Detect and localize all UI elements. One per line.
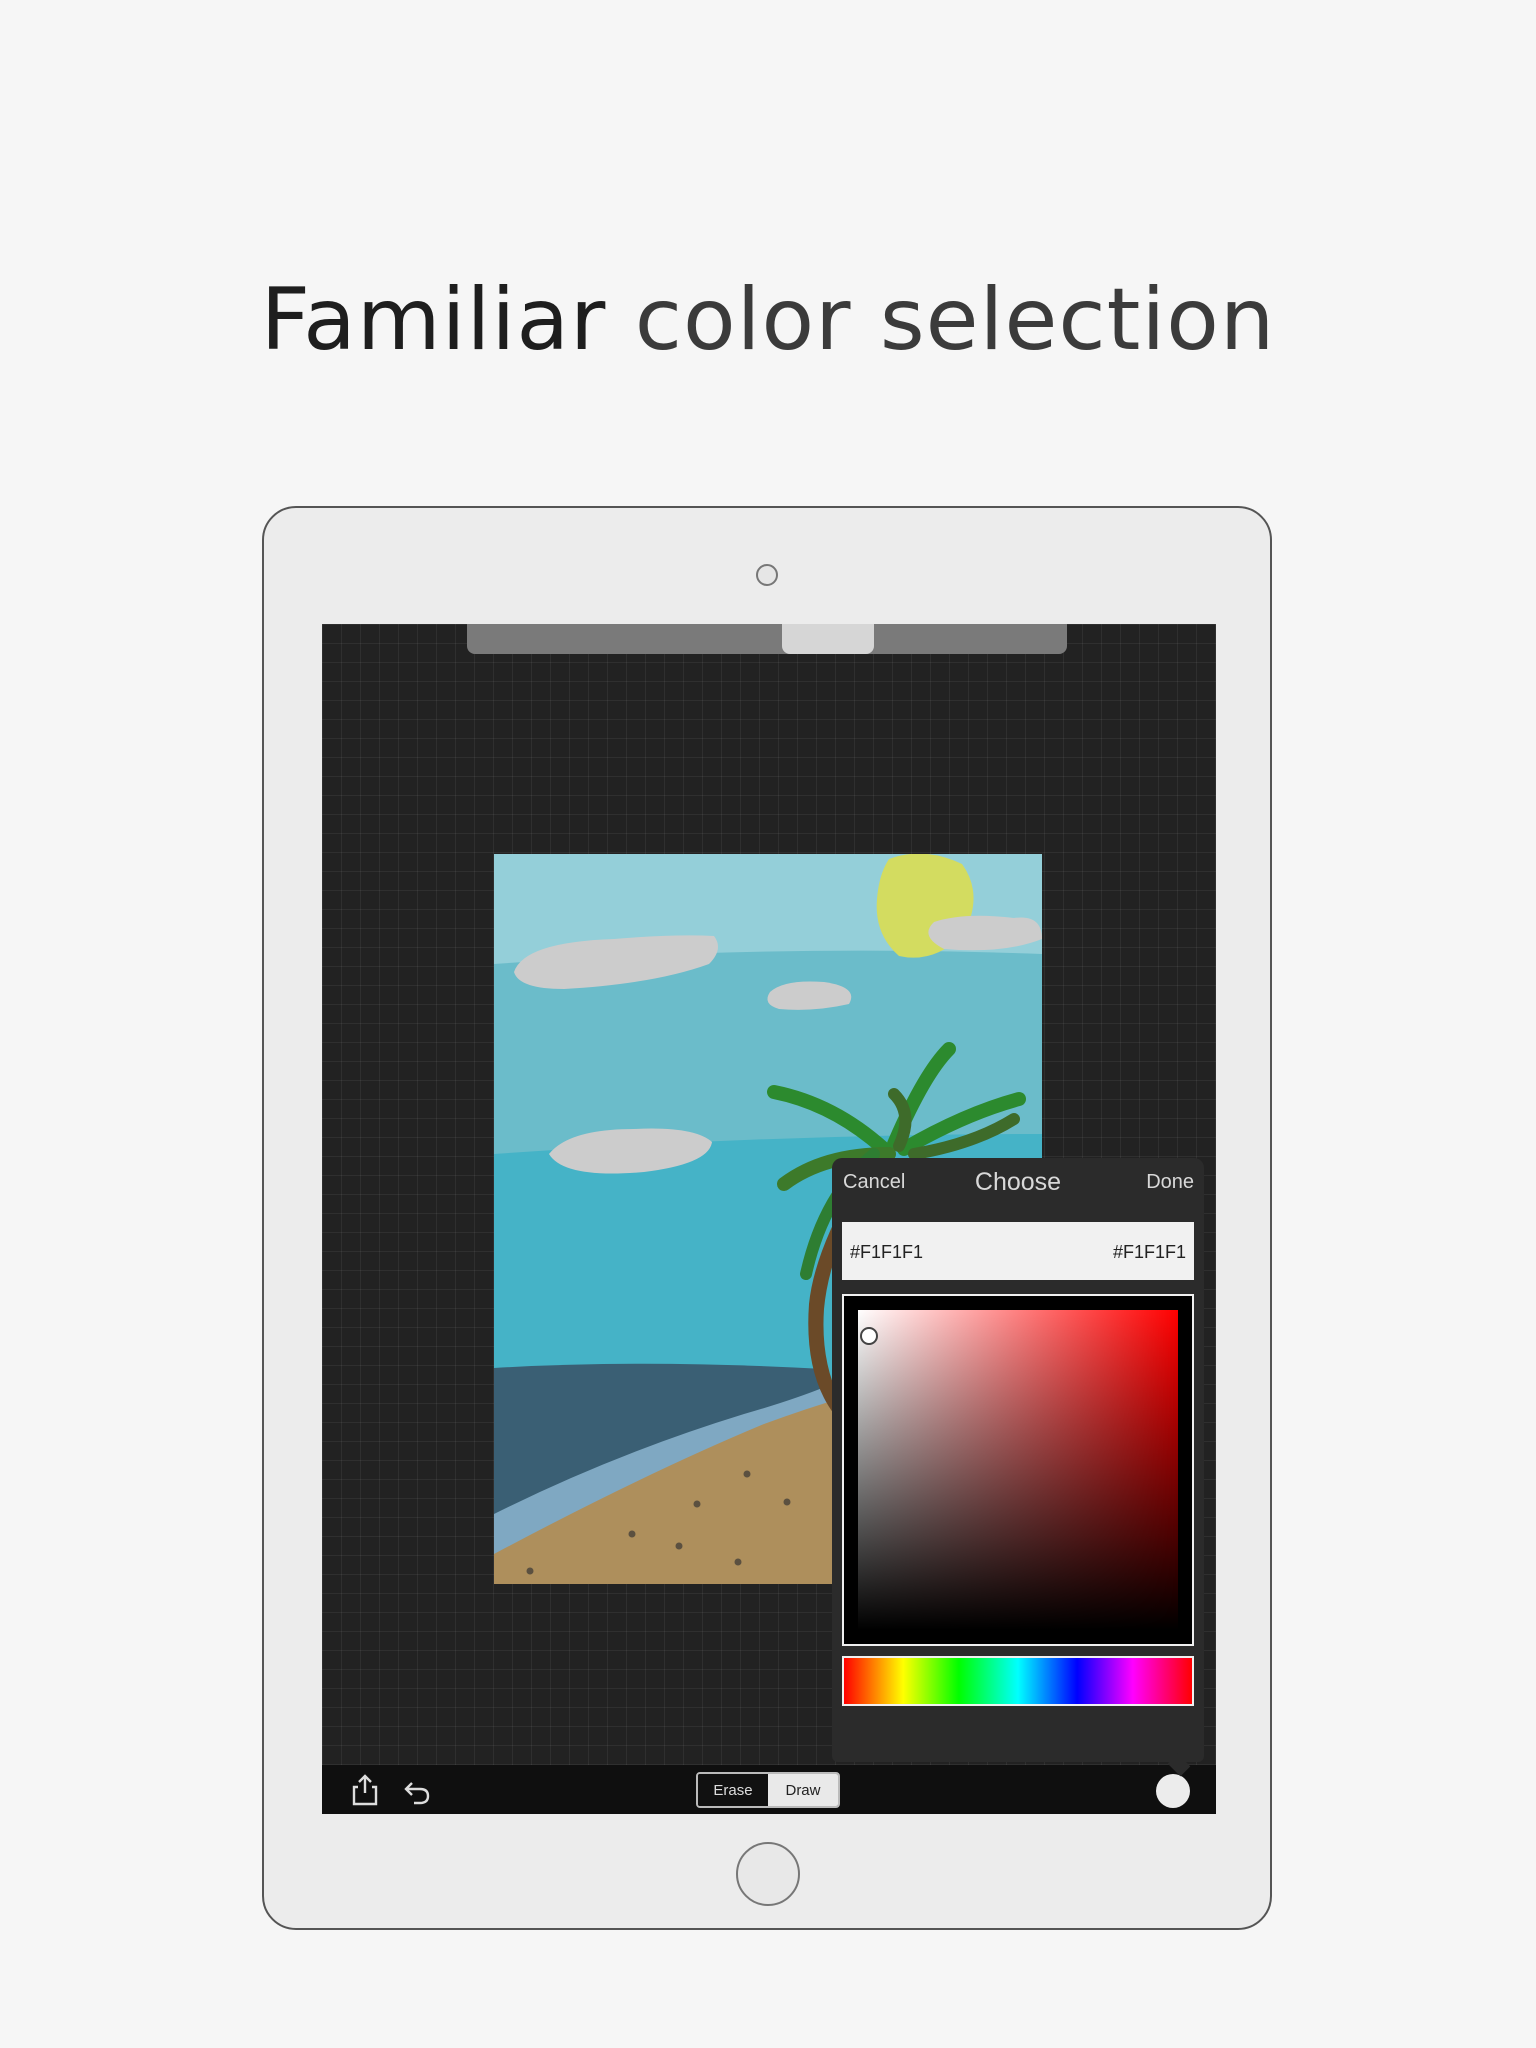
saturation-brightness-gradient[interactable] — [858, 1310, 1178, 1630]
current-color-button[interactable] — [1156, 1774, 1190, 1808]
draw-mode-button[interactable]: Draw — [768, 1774, 838, 1806]
color-picker-popover: Cancel Choose Done #F1F1F1 #F1F1F1 — [832, 1158, 1204, 1762]
popover-header: Cancel Choose Done — [832, 1158, 1204, 1208]
bottom-toolbar: Erase Draw — [322, 1765, 1216, 1814]
hue-slider[interactable] — [842, 1656, 1194, 1706]
saturation-brightness-area[interactable] — [842, 1294, 1194, 1646]
camera-icon — [756, 564, 778, 586]
undo-icon[interactable] — [402, 1777, 432, 1805]
headline-part-2: color selection — [634, 270, 1276, 370]
current-color-hex: #F1F1F1 — [1112, 1242, 1186, 1262]
headline: Familiar color selection — [0, 270, 1536, 370]
done-button[interactable]: Done — [1146, 1171, 1194, 1194]
app-screen: Erase Draw Cancel Choose Done #F1F1F1 #F… — [322, 624, 1216, 1814]
share-icon[interactable] — [350, 1773, 380, 1807]
mode-segmented-control: Erase Draw — [696, 1772, 840, 1808]
horizontal-scrollbar[interactable] — [467, 624, 1067, 654]
home-button[interactable] — [736, 1842, 800, 1906]
color-picker-handle[interactable] — [860, 1327, 878, 1345]
previous-color-hex: #F1F1F1 — [850, 1242, 924, 1262]
erase-mode-button[interactable]: Erase — [698, 1774, 768, 1806]
headline-part-1: Familiar — [260, 270, 607, 370]
scrollbar-thumb[interactable] — [782, 624, 874, 654]
color-preview-row: #F1F1F1 #F1F1F1 — [842, 1222, 1194, 1280]
